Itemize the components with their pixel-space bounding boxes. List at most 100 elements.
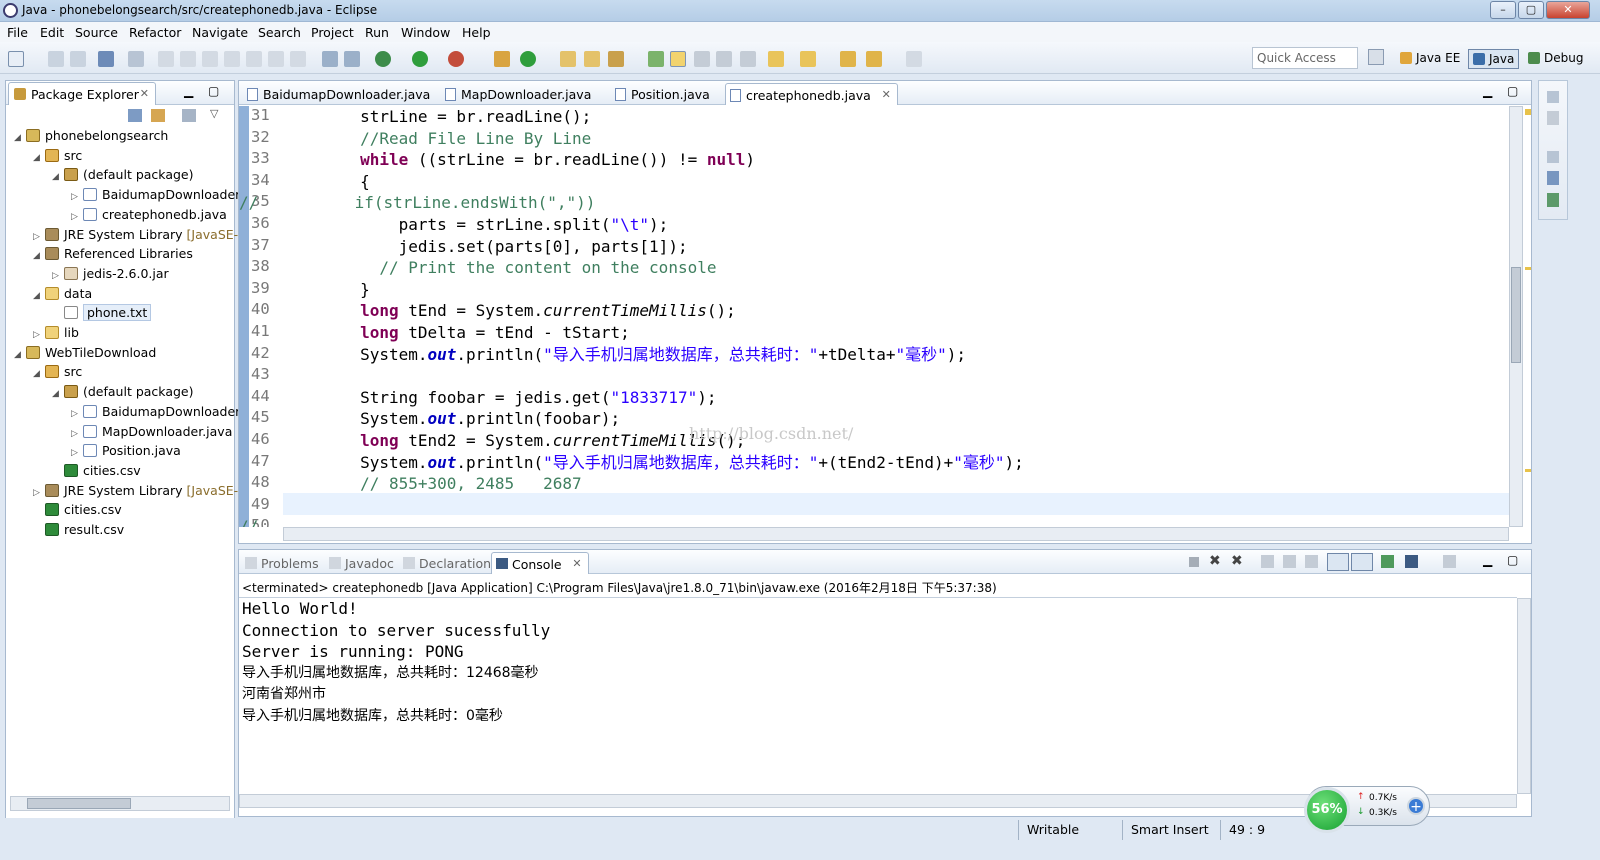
back-icon[interactable] bbox=[866, 51, 882, 67]
tree-item[interactable]: ◢ data bbox=[33, 284, 92, 303]
editor-tab-baidumapdownloader[interactable]: BaidumapDownloader.java bbox=[243, 83, 436, 105]
perspective-java-ee[interactable]: Java EE bbox=[1396, 49, 1464, 69]
new-java-project-icon[interactable] bbox=[494, 51, 510, 67]
remove-launch-icon[interactable]: ✖ bbox=[1209, 553, 1221, 569]
expanded-arrow-icon[interactable]: ◢ bbox=[33, 287, 45, 306]
debug-icon[interactable] bbox=[375, 51, 391, 67]
menu-window[interactable]: Window bbox=[401, 25, 450, 40]
close-tab-icon[interactable]: ✕ bbox=[882, 88, 891, 101]
next-annotation-icon[interactable] bbox=[768, 51, 784, 67]
clear-console-icon[interactable] bbox=[1261, 555, 1274, 568]
close-button[interactable]: ✕ bbox=[1546, 1, 1590, 19]
disconnect-icon[interactable] bbox=[224, 51, 240, 67]
minimize-editor-icon[interactable]: ▁ bbox=[1483, 84, 1492, 98]
restore-icon[interactable] bbox=[1547, 151, 1559, 163]
save-all-icon[interactable] bbox=[70, 51, 86, 67]
forward-icon[interactable] bbox=[906, 51, 922, 67]
toggle-ant-editor-icon[interactable] bbox=[648, 51, 664, 67]
tree-item[interactable]: ▷ Position.java bbox=[71, 441, 181, 460]
toggle-mark-occurrences-icon[interactable] bbox=[670, 51, 686, 67]
tree-item[interactable]: ▷ lib bbox=[33, 323, 79, 342]
expanded-arrow-icon[interactable]: ◢ bbox=[14, 129, 26, 148]
search-icon[interactable] bbox=[608, 51, 624, 67]
tree-item[interactable]: ◢ src bbox=[33, 362, 82, 381]
show-console-on-stderr-icon[interactable] bbox=[1351, 553, 1373, 571]
menu-refactor[interactable]: Refactor bbox=[129, 25, 181, 40]
editor-tab-createphonedb[interactable]: createphonedb.java ✕ bbox=[725, 83, 898, 105]
perspective-debug[interactable]: Debug bbox=[1524, 49, 1587, 69]
save-icon[interactable] bbox=[48, 51, 64, 67]
show-console-on-stdout-icon[interactable] bbox=[1327, 553, 1349, 571]
scrollbar-thumb[interactable] bbox=[27, 798, 131, 809]
previous-annotation-icon[interactable] bbox=[800, 51, 816, 67]
remove-all-terminated-icon[interactable]: ✖ bbox=[1231, 553, 1243, 569]
outline-icon[interactable] bbox=[1547, 171, 1559, 185]
task-list-icon[interactable] bbox=[1547, 111, 1559, 125]
terminate-icon[interactable] bbox=[1189, 557, 1199, 567]
display-selected-console-icon[interactable] bbox=[1405, 555, 1418, 568]
menu-help[interactable]: Help bbox=[462, 25, 491, 40]
scroll-lock-icon[interactable] bbox=[1283, 555, 1296, 568]
overview-ruler-marker[interactable] bbox=[1525, 109, 1531, 115]
external-tools-icon[interactable] bbox=[448, 51, 464, 67]
menu-source[interactable]: Source bbox=[75, 25, 118, 40]
menu-run[interactable]: Run bbox=[365, 25, 389, 40]
menu-search[interactable]: Search bbox=[258, 25, 301, 40]
perspective-java[interactable]: Java bbox=[1468, 49, 1520, 69]
maximize-editor-icon[interactable]: ▢ bbox=[1507, 84, 1518, 98]
memory-usage-gauge[interactable]: 56% bbox=[1304, 787, 1350, 833]
restore-icon[interactable] bbox=[1547, 91, 1559, 103]
menu-navigate[interactable]: Navigate bbox=[192, 25, 248, 40]
hierarchy-icon[interactable] bbox=[1547, 193, 1559, 207]
tree-item[interactable]: ▷ BaidumapDownloader bbox=[71, 402, 240, 421]
tab-declaration[interactable]: Declaration bbox=[399, 552, 497, 574]
menu-project[interactable]: Project bbox=[311, 25, 354, 40]
expanded-arrow-icon[interactable]: ◢ bbox=[33, 149, 45, 168]
open-task-icon[interactable] bbox=[584, 51, 600, 67]
tree-item[interactable]: ▷ createphonedb.java bbox=[71, 205, 227, 224]
open-type-icon[interactable] bbox=[560, 51, 576, 67]
expanded-arrow-icon[interactable]: ◢ bbox=[52, 168, 64, 187]
word-wrap-icon[interactable] bbox=[1305, 555, 1318, 568]
drop-to-frame-icon[interactable] bbox=[344, 51, 360, 67]
show-whitespace-icon[interactable] bbox=[716, 51, 732, 67]
last-edit-location-icon[interactable] bbox=[840, 51, 856, 67]
minimize-button[interactable]: – bbox=[1490, 1, 1516, 19]
tree-item[interactable]: ◢ WebTileDownload bbox=[14, 343, 156, 362]
overview-ruler-marker[interactable] bbox=[1525, 267, 1531, 270]
run-icon[interactable] bbox=[412, 51, 428, 67]
tree-item[interactable]: ▷ JRE System Library [JavaSE-1 bbox=[33, 225, 246, 244]
tree-item[interactable]: phone.txt bbox=[52, 303, 152, 322]
close-tab-icon[interactable]: ✕ bbox=[572, 557, 581, 570]
scrollbar-thumb[interactable] bbox=[1511, 267, 1521, 363]
tree-item[interactable]: ▷ BaidumapDownloader bbox=[71, 185, 240, 204]
maximize-button[interactable]: ▢ bbox=[1518, 1, 1544, 19]
open-console-icon[interactable] bbox=[1443, 555, 1456, 568]
code-editor[interactable]: 31 32 33 34 35 36 37 38 39 40 41 42 43 44 45 46 47 48 49 50… bbox=[239, 106, 1509, 527]
print-icon[interactable] bbox=[98, 51, 114, 67]
tree-item[interactable]: ▷ JRE System Library [JavaSE-1 bbox=[33, 481, 246, 500]
tree-item[interactable]: ◢ Referenced Libraries bbox=[33, 244, 193, 263]
tree-item[interactable]: ◢ phonebelongsearch bbox=[14, 126, 168, 145]
editor-vertical-scrollbar[interactable] bbox=[1509, 106, 1523, 527]
use-step-filters-icon[interactable] bbox=[322, 51, 338, 67]
step-return-icon[interactable] bbox=[290, 51, 306, 67]
quick-access-input[interactable]: Quick Access bbox=[1252, 47, 1358, 69]
expanded-arrow-icon[interactable]: ◢ bbox=[52, 385, 64, 404]
tab-problems[interactable]: Problems bbox=[241, 552, 325, 574]
expanded-arrow-icon[interactable]: ◢ bbox=[14, 346, 26, 365]
expanded-arrow-icon[interactable]: ◢ bbox=[33, 365, 45, 384]
tab-console[interactable]: Console ✕ bbox=[491, 552, 589, 574]
tree-item[interactable]: ▷ MapDownloader.java bbox=[71, 422, 232, 441]
step-over-icon[interactable] bbox=[268, 51, 284, 67]
show-selected-only-icon[interactable] bbox=[740, 51, 756, 67]
tree-item[interactable]: result.csv bbox=[33, 520, 124, 539]
editor-tab-position[interactable]: Position.java bbox=[611, 83, 716, 105]
editor-tab-mapdownloader[interactable]: MapDownloader.java bbox=[441, 83, 597, 105]
tree-item[interactable]: cities.csv bbox=[52, 461, 141, 480]
overview-ruler-marker[interactable] bbox=[1525, 469, 1531, 472]
add-icon[interactable]: + bbox=[1407, 797, 1425, 815]
menu-file[interactable]: File bbox=[7, 25, 28, 40]
tree-item[interactable]: cities.csv bbox=[33, 500, 122, 519]
step-into-icon[interactable] bbox=[246, 51, 262, 67]
